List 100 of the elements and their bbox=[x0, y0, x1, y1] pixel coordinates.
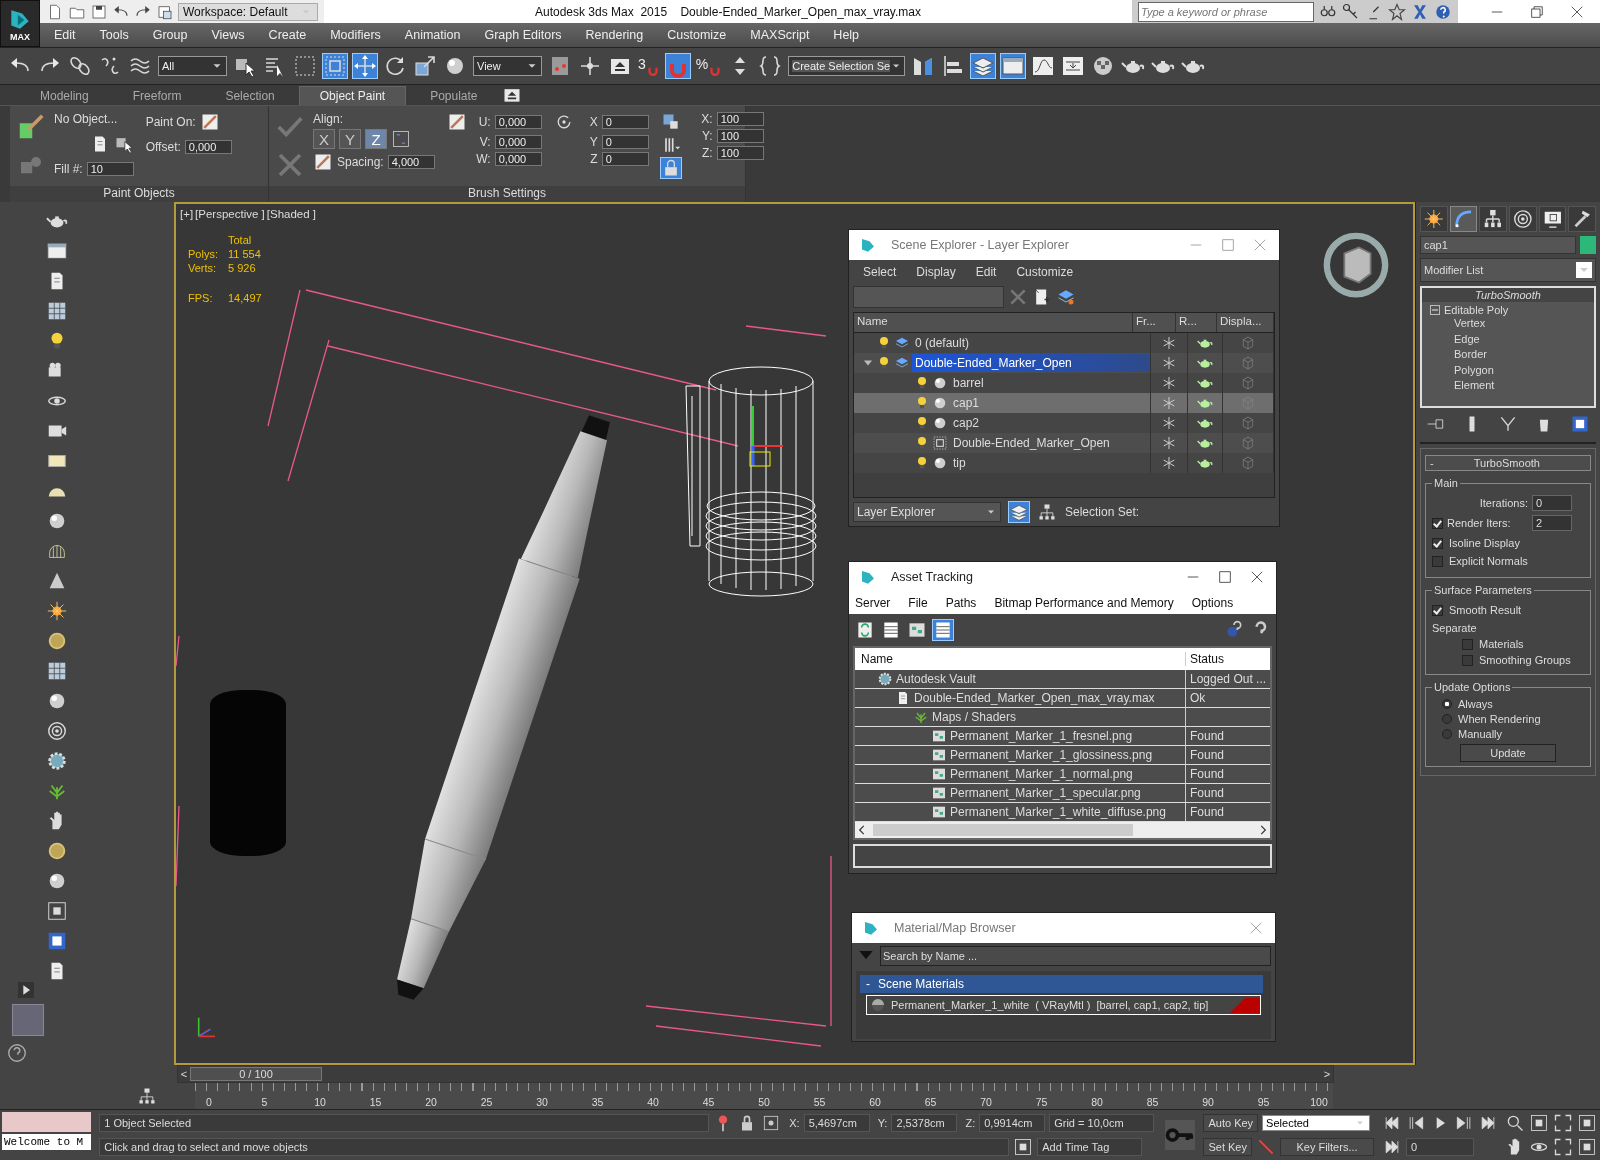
rotation-axis-dropdown[interactable]: X bbox=[577, 115, 598, 129]
frame-icon[interactable] bbox=[1577, 1137, 1597, 1157]
ribbon-tab[interactable]: Populate bbox=[410, 87, 498, 105]
rotation-field[interactable]: 0 bbox=[601, 135, 649, 149]
render-iters-field[interactable]: 2 bbox=[1532, 515, 1572, 531]
cross-icon[interactable] bbox=[1411, 2, 1429, 21]
axis-toggle[interactable]: Z bbox=[365, 129, 387, 149]
disc-icon[interactable] bbox=[46, 630, 68, 652]
rotate-icon[interactable] bbox=[383, 54, 407, 78]
column-header[interactable]: Name bbox=[854, 313, 1133, 332]
angle-snap-icon[interactable] bbox=[665, 54, 690, 78]
key-icon[interactable] bbox=[1342, 2, 1360, 21]
menu-item[interactable]: Edit bbox=[975, 265, 997, 279]
grid-icon[interactable] bbox=[46, 660, 68, 682]
update-button[interactable]: Update bbox=[1460, 744, 1556, 762]
asset-name[interactable]: Permanent_Marker_1_glossiness.png bbox=[950, 748, 1153, 762]
arc-icon[interactable] bbox=[1449, 206, 1478, 232]
menu-item[interactable]: Customize bbox=[1016, 265, 1074, 279]
collapse-icon[interactable] bbox=[1430, 305, 1440, 315]
save-icon[interactable] bbox=[90, 2, 108, 21]
frame-icon[interactable] bbox=[1529, 1113, 1549, 1133]
horizontal-scrollbar[interactable] bbox=[855, 822, 1270, 838]
workspace-dropdown[interactable]: Workspace: Default bbox=[178, 2, 318, 21]
refresh-icon[interactable] bbox=[855, 620, 875, 640]
radio-button[interactable] bbox=[1442, 729, 1452, 739]
align-dropdown[interactable]: Align: bbox=[313, 112, 435, 126]
menu-item[interactable]: Animation bbox=[404, 28, 461, 42]
checkbox[interactable] bbox=[1432, 517, 1443, 529]
zoom-icon[interactable] bbox=[1505, 1113, 1525, 1133]
window-icon[interactable] bbox=[46, 240, 68, 262]
sub-object-item[interactable]: Element bbox=[1430, 378, 1586, 394]
menu-item[interactable]: Modifiers bbox=[330, 28, 381, 42]
scale-field[interactable]: 100 bbox=[716, 129, 764, 143]
checkbox[interactable] bbox=[1462, 638, 1473, 650]
dashed-rectangle-icon[interactable] bbox=[293, 54, 317, 78]
new-layer-icon[interactable] bbox=[1032, 287, 1052, 307]
ribbon-tab[interactable]: Modeling bbox=[20, 87, 109, 105]
checkbox[interactable] bbox=[1462, 654, 1473, 666]
explorer-dropdown[interactable]: Layer Explorer bbox=[853, 502, 1001, 522]
move-icon[interactable] bbox=[353, 54, 377, 78]
help-icon[interactable] bbox=[6, 1042, 28, 1064]
sub-object-item[interactable]: Polygon bbox=[1430, 362, 1586, 378]
scale-field[interactable]: 100 bbox=[716, 146, 764, 160]
asset-name[interactable]: Double-Ended_Marker_Open_max_vray.max bbox=[914, 691, 1155, 705]
disc-icon[interactable] bbox=[46, 840, 68, 862]
radio-button[interactable] bbox=[1442, 699, 1452, 709]
offset-field[interactable]: 0,000 bbox=[494, 135, 542, 149]
fill-field[interactable]: 10 bbox=[86, 162, 134, 176]
column-header[interactable]: Fr... bbox=[1133, 313, 1176, 332]
time-slider-handle[interactable]: 0 / 100 bbox=[190, 1067, 322, 1081]
menu-item[interactable]: Customize bbox=[667, 28, 727, 42]
menu-item[interactable]: Create bbox=[268, 28, 307, 42]
column-header[interactable]: Name bbox=[855, 652, 1185, 666]
star-icon[interactable] bbox=[1388, 2, 1406, 21]
percent-snap-toggle[interactable]: % bbox=[695, 56, 723, 76]
object-name-field[interactable]: cap1 bbox=[1420, 236, 1576, 254]
iterations-field[interactable]: 0 bbox=[1532, 495, 1572, 511]
target-icon[interactable] bbox=[46, 720, 68, 742]
snowflake-icon[interactable] bbox=[1161, 395, 1177, 411]
modifier-item[interactable]: TurboSmooth bbox=[1422, 288, 1594, 302]
offset-field[interactable]: 0,000 bbox=[184, 140, 232, 154]
menu-item[interactable]: Options bbox=[1191, 596, 1234, 610]
rotation-axis-dropdown[interactable]: Y bbox=[577, 135, 598, 149]
app-logo[interactable]: MAX bbox=[0, 0, 40, 47]
time-slider[interactable]: < 0 / 100 > bbox=[177, 1065, 1334, 1083]
tree-item[interactable]: cap2 bbox=[950, 414, 1150, 432]
curve-editor-icon[interactable] bbox=[137, 1086, 157, 1106]
asset-name[interactable]: Permanent_Marker_1_specular.png bbox=[950, 786, 1141, 800]
script-listener-field[interactable]: Welcome to M bbox=[2, 1134, 92, 1150]
object-dropdown[interactable]: No Object... bbox=[54, 112, 134, 126]
frame-icon[interactable] bbox=[1577, 1113, 1597, 1133]
rotation-field[interactable]: 0 bbox=[601, 115, 649, 129]
maximize-view-icon[interactable] bbox=[1553, 1137, 1573, 1157]
maximize-view-icon[interactable] bbox=[1553, 1113, 1573, 1133]
menu-item[interactable]: Help bbox=[833, 28, 860, 42]
frame-ruler[interactable]: 0 5 10 15 20 25 30 35 40 45 50 55 60 65 70 75 80 85 90 95 100 bbox=[195, 1083, 1333, 1109]
snowflake-icon[interactable] bbox=[1161, 455, 1177, 471]
coordinate-field[interactable]: 0,9914cm bbox=[979, 1114, 1046, 1132]
checkbox[interactable] bbox=[1432, 555, 1443, 567]
configure-icon[interactable] bbox=[1570, 414, 1590, 434]
sub-object-item[interactable]: Edge bbox=[1430, 331, 1586, 347]
find-field[interactable] bbox=[853, 286, 1004, 308]
help-icon[interactable] bbox=[1224, 620, 1244, 640]
menu-item[interactable]: MAXScript bbox=[750, 28, 810, 42]
axis-toggle[interactable]: X bbox=[313, 129, 335, 149]
help-icon[interactable] bbox=[1434, 2, 1452, 21]
viewcube-icon[interactable] bbox=[1321, 230, 1391, 300]
object-color-swatch[interactable] bbox=[1580, 236, 1596, 254]
ribbon-tab[interactable]: Object Paint bbox=[298, 86, 407, 105]
group-header[interactable]: - Scene Materials bbox=[860, 975, 1263, 993]
gear-icon[interactable] bbox=[46, 750, 68, 772]
menu-item[interactable]: Graph Editors bbox=[484, 28, 562, 42]
asset-name[interactable]: Maps / Shaders bbox=[932, 710, 1017, 724]
funnel-icon[interactable] bbox=[1498, 414, 1518, 434]
layers-icon[interactable] bbox=[1009, 502, 1029, 522]
sub-object-item[interactable]: Border bbox=[1430, 347, 1586, 363]
menu-item[interactable]: Paths bbox=[945, 596, 977, 610]
path-field[interactable] bbox=[853, 844, 1272, 868]
group-title[interactable]: Paint Objects bbox=[10, 186, 268, 202]
menu-item[interactable]: File bbox=[908, 596, 928, 610]
